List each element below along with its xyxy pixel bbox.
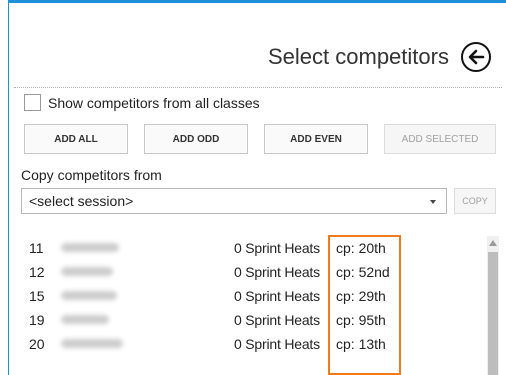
competitor-name-redacted <box>61 339 123 348</box>
list-item[interactable]: 19 0 Sprint Heats cp: 95th <box>21 308 491 332</box>
page-title: Select competitors <box>268 44 449 69</box>
competitor-cp: cp: 13th <box>336 336 386 352</box>
window-left-border <box>8 0 9 375</box>
header-separator <box>14 87 502 88</box>
add-all-button[interactable]: ADD ALL <box>24 124 128 154</box>
session-select-value: <select session> <box>29 193 134 209</box>
competitor-cp: cp: 52nd <box>336 264 390 280</box>
competitor-info: 0 Sprint Heats <box>234 240 320 256</box>
add-even-button[interactable]: ADD EVEN <box>264 124 368 154</box>
competitor-number: 11 <box>29 240 44 256</box>
competitor-name-redacted <box>61 315 109 324</box>
add-selected-button[interactable]: ADD SELECTED <box>384 124 496 154</box>
session-select[interactable]: <select session> <box>21 188 447 214</box>
competitor-info: 0 Sprint Heats <box>234 336 320 352</box>
arrow-left-icon <box>468 49 485 65</box>
competitor-number: 20 <box>29 336 45 352</box>
competitor-info: 0 Sprint Heats <box>234 312 320 328</box>
competitor-cp: cp: 20th <box>336 240 386 256</box>
list-item[interactable]: 12 0 Sprint Heats cp: 52nd <box>21 260 491 284</box>
competitor-cp: cp: 95th <box>336 312 386 328</box>
window-top-border <box>8 0 506 3</box>
add-odd-button[interactable]: ADD ODD <box>144 124 248 154</box>
chevron-down-icon <box>430 200 436 204</box>
competitor-name-redacted <box>61 243 119 252</box>
competitor-info: 0 Sprint Heats <box>234 264 320 280</box>
scroll-up-icon[interactable] <box>489 240 497 246</box>
competitor-name-redacted <box>61 291 117 300</box>
copy-button[interactable]: COPY <box>454 188 496 214</box>
list-item[interactable]: 11 0 Sprint Heats cp: 20th <box>21 236 491 260</box>
competitor-name-redacted <box>61 267 113 276</box>
list-item[interactable]: 15 0 Sprint Heats cp: 29th <box>21 284 491 308</box>
competitor-number: 15 <box>29 288 45 304</box>
all-classes-checkbox[interactable] <box>24 94 41 111</box>
back-button[interactable] <box>461 42 491 72</box>
competitor-info: 0 Sprint Heats <box>234 288 320 304</box>
scrollbar-thumb[interactable] <box>488 252 498 375</box>
competitor-list[interactable]: 11 0 Sprint Heats cp: 20th 12 0 Sprint H… <box>21 236 491 375</box>
competitor-number: 19 <box>29 312 45 328</box>
all-classes-label[interactable]: Show competitors from all classes <box>48 95 260 111</box>
competitor-cp: cp: 29th <box>336 288 386 304</box>
copy-competitors-label: Copy competitors from <box>21 167 162 183</box>
list-scrollbar[interactable] <box>487 236 499 375</box>
competitor-number: 12 <box>29 264 45 280</box>
list-item[interactable]: 20 0 Sprint Heats cp: 13th <box>21 332 491 356</box>
